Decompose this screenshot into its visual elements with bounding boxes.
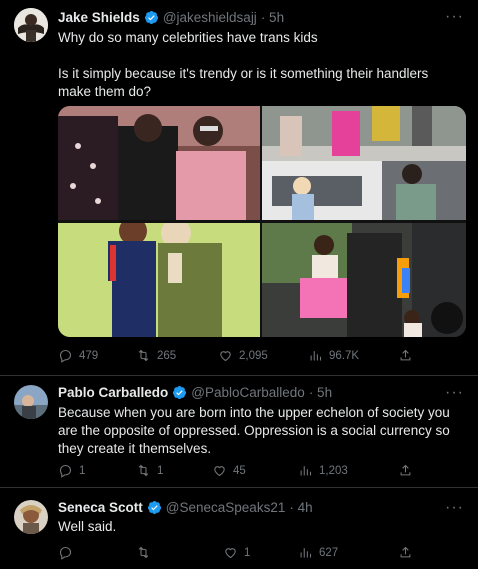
media-photo-4[interactable] [262,223,466,337]
share-button[interactable] [398,545,413,560]
timestamp[interactable]: · 5h [261,10,284,25]
author-handle[interactable]: @SenecaSpeaks21 [166,500,286,515]
reply-button[interactable]: 479 [58,348,98,363]
views-count: 627 [319,546,339,559]
reply-icon [59,464,72,478]
more-icon[interactable]: ··· [445,9,464,25]
views-icon [310,351,322,361]
heart-icon [225,548,236,559]
retweet-count: 265 [157,349,177,362]
retweet-icon [138,546,149,559]
share-button[interactable] [398,463,413,478]
avatar[interactable] [14,385,48,419]
media-photo-1[interactable] [58,106,260,220]
media-grid[interactable] [58,106,466,337]
tweet-text: Well said. [58,519,117,534]
retweet-button[interactable]: 1 [136,463,163,478]
reply-icon [59,349,72,363]
verified-badge-icon [144,10,158,25]
avatar[interactable] [14,8,48,42]
views-count: 1,203 [319,464,348,477]
author-name[interactable]: Seneca Scott [58,500,143,515]
reply-button[interactable] [58,545,79,560]
reply-button[interactable]: 1 [58,463,85,478]
tweet-actions: 479 265 2,095 96.7K [58,348,418,366]
reply-count: 479 [79,349,99,362]
timestamp[interactable]: · 5h [309,385,332,400]
views-icon [300,548,312,558]
tweet-actions: 1 627 [58,545,418,563]
retweet-count: 1 [157,464,164,477]
reply-tweet-1[interactable]: Pablo Carballedo @PabloCarballedo · 5h ·… [0,376,478,485]
like-count: 1 [244,546,251,559]
views-button[interactable]: 96.7K [308,348,359,363]
share-button[interactable] [398,348,413,363]
more-icon[interactable]: ··· [445,385,464,401]
tweet-main[interactable]: Jake Shields @jakeshieldsajj · 5h ··· Wh… [0,0,478,375]
media-photo-3[interactable] [58,223,260,337]
verified-badge-icon [173,385,187,400]
views-count: 96.7K [329,349,360,362]
like-count: 2,095 [239,349,268,362]
like-button[interactable]: 45 [212,463,246,478]
share-icon [400,349,411,361]
reply-count: 1 [79,464,86,477]
share-icon [400,464,411,476]
avatar[interactable] [14,500,48,534]
retweet-icon [138,464,149,477]
heart-icon [214,466,225,477]
more-icon[interactable]: ··· [445,500,464,516]
views-button[interactable]: 627 [298,545,338,560]
tweet-text-line2: Is it simply because it's trendy or is i… [58,66,433,99]
timestamp[interactable]: · 4h [289,500,312,515]
author-name[interactable]: Pablo Carballedo [58,385,168,400]
share-icon [400,546,411,558]
heart-icon [220,351,231,362]
retweet-button[interactable]: 265 [136,348,176,363]
retweet-button[interactable] [136,545,157,560]
tweet-actions: 1 1 45 1,203 [58,463,418,481]
views-icon [300,466,312,476]
like-button[interactable]: 1 [223,545,250,560]
author-name[interactable]: Jake Shields [58,10,140,25]
reply-icon [59,546,72,560]
author-handle[interactable]: @jakeshieldsajj [163,10,257,25]
like-count: 45 [233,464,246,477]
verified-badge-icon [147,500,161,515]
media-photo-2[interactable] [262,106,466,220]
retweet-icon [138,349,149,362]
tweet-text: Because when you are born into the upper… [58,405,454,456]
like-button[interactable]: 2,095 [218,348,268,363]
reply-tweet-2[interactable]: Seneca Scott @SenecaSpeaks21 · 4h ··· We… [0,488,478,569]
tweet-text-line1: Why do so many celebrities have trans ki… [58,30,318,45]
views-button[interactable]: 1,203 [298,463,348,478]
author-handle[interactable]: @PabloCarballedo [191,385,305,400]
